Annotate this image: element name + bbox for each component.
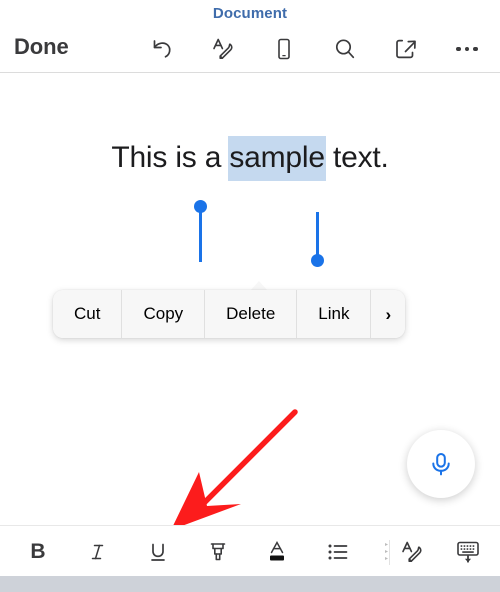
text-context-menu: Cut Copy Delete Link › — [53, 290, 406, 338]
italic-icon — [91, 544, 104, 560]
menu-item-delete[interactable]: Delete — [205, 290, 298, 338]
highlighter-icon — [210, 543, 226, 561]
bullet-list-icon — [328, 544, 348, 560]
markup-pen-button[interactable] — [394, 535, 430, 569]
microphone-icon — [432, 453, 450, 476]
text-before-selection: This is a — [111, 141, 230, 174]
hide-keyboard-button[interactable] — [450, 535, 486, 569]
underline-icon — [151, 543, 165, 561]
ellipsis-dots — [456, 46, 478, 52]
phone-layout-icon[interactable] — [267, 32, 301, 66]
chevron-right-icon: › — [385, 304, 392, 324]
document-editor-screen: Document Done This is a sample text. Cut… — [0, 0, 500, 592]
text-color-icon — [270, 540, 284, 561]
home-indicator-strip — [0, 576, 500, 592]
text-after-selection: text. — [324, 141, 389, 174]
done-button[interactable]: Done — [14, 34, 69, 60]
markup-pen-icon — [402, 541, 422, 562]
bullet-list-button[interactable] — [320, 535, 356, 569]
page-title: Document — [212, 5, 288, 22]
underline-button[interactable] — [140, 535, 176, 569]
document-canvas[interactable]: This is a sample text. Cut Copy Delete L… — [0, 73, 500, 525]
search-icon[interactable] — [328, 32, 362, 66]
markup-pen-icon[interactable] — [206, 32, 240, 66]
bold-icon: B — [30, 540, 46, 563]
more-options-icon[interactable] — [450, 32, 484, 66]
dictation-button[interactable] — [407, 430, 475, 498]
menu-item-copy[interactable]: Copy — [122, 290, 206, 338]
annotation-arrow — [173, 409, 298, 525]
menu-item-cut[interactable]: Cut — [53, 290, 123, 338]
italic-button[interactable] — [80, 535, 116, 569]
undo-icon[interactable] — [145, 32, 179, 66]
menu-more-chevron-icon[interactable]: › — [371, 290, 406, 338]
top-toolbar: Document Done — [0, 0, 500, 73]
bold-button[interactable]: B — [20, 535, 56, 569]
format-toolbar: B ▸▸▸ — [0, 525, 500, 576]
share-icon[interactable] — [389, 32, 423, 66]
highlighter-button[interactable] — [200, 535, 236, 569]
selection-handle-left-bar — [199, 212, 202, 262]
selection-handle-left[interactable] — [194, 200, 207, 213]
selected-text[interactable]: sample — [228, 136, 326, 181]
toolbar-divider — [389, 540, 390, 565]
text-color-button[interactable] — [259, 535, 295, 569]
hide-keyboard-icon — [457, 541, 479, 563]
document-text-line[interactable]: This is a sample text. — [0, 136, 500, 181]
selection-handle-right[interactable] — [311, 254, 324, 267]
menu-item-link[interactable]: Link — [297, 290, 372, 338]
